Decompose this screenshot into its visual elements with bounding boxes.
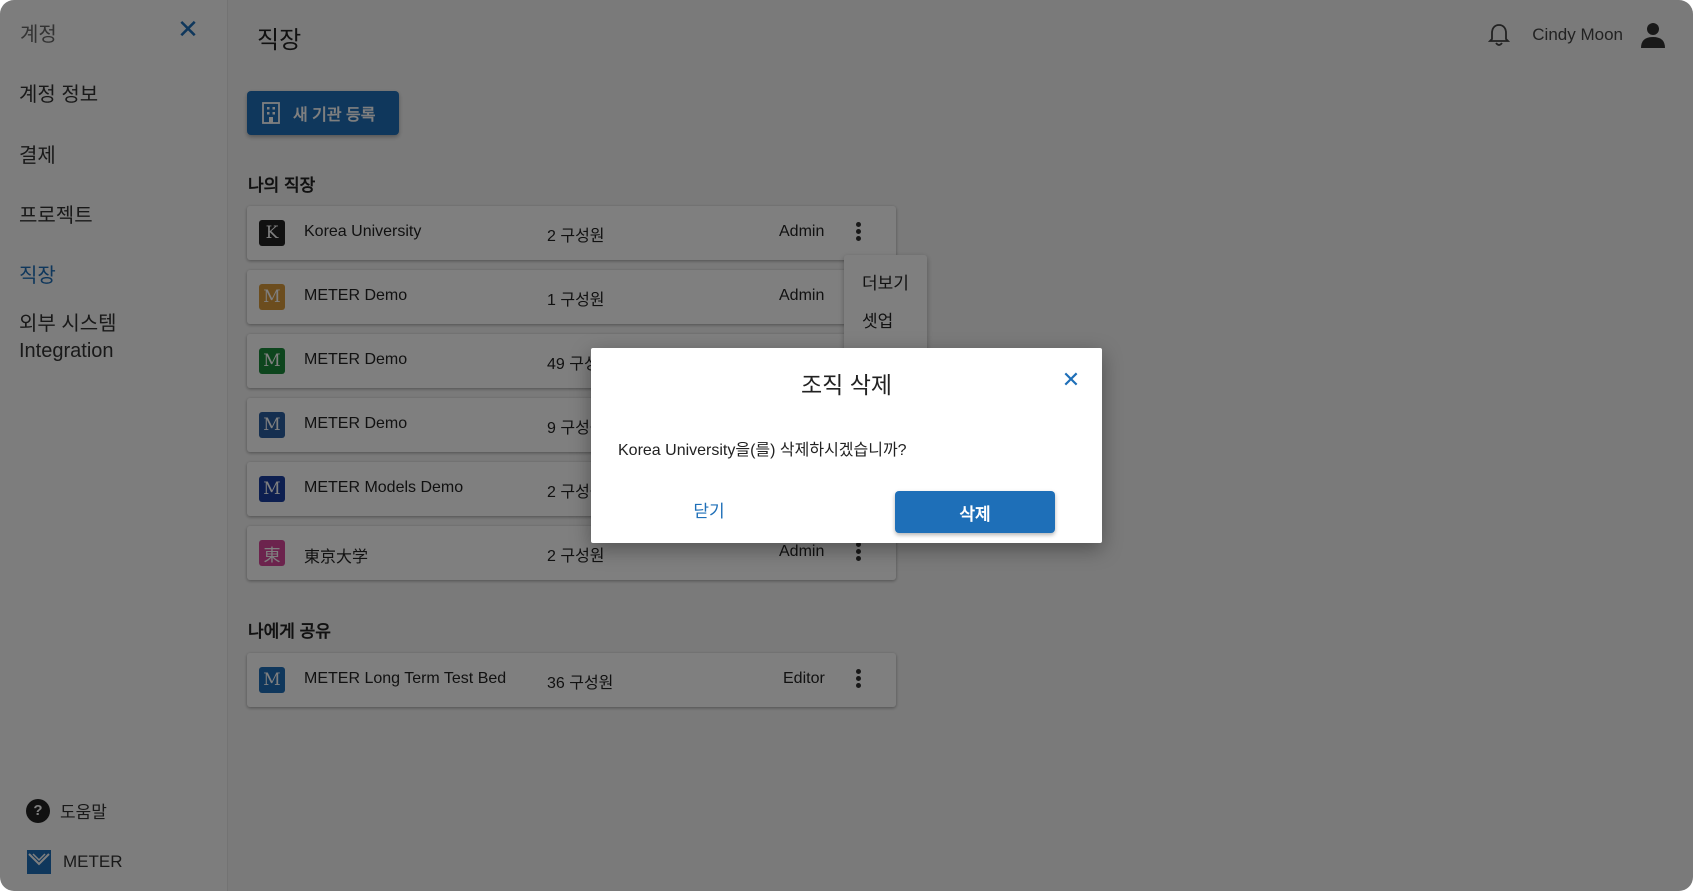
close-icon[interactable]: ✕ xyxy=(1059,368,1083,392)
delete-button[interactable]: 삭제 xyxy=(895,491,1055,533)
cancel-button[interactable]: 닫기 xyxy=(661,491,757,527)
dialog-message: Korea University을(를) 삭제하시겠습니까? xyxy=(618,442,907,459)
delete-organization-dialog: 조직 삭제 ✕ Korea University을(를) 삭제하시겠습니까? 닫… xyxy=(591,348,1102,543)
dialog-title: 조직 삭제 xyxy=(800,372,893,398)
app-window: 계정 ✕ 계정 정보 결제 프로젝트 직장 외부 시스템 Integration… xyxy=(0,0,1693,891)
